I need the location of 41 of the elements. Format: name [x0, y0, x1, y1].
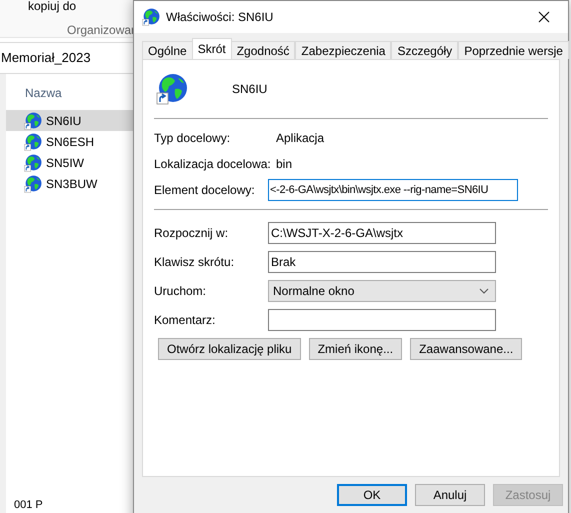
ribbon-group-label: Organizowar: [67, 22, 136, 39]
action-button[interactable]: Zmień ikonę...: [308, 338, 402, 360]
shortcut-globe-icon: [24, 154, 42, 172]
shortcut-name: SN6IU: [232, 81, 268, 98]
ribbon-button[interactable]: kopiuj do: [28, 0, 76, 13]
shortcut-globe-icon: [24, 132, 42, 150]
action-button[interactable]: Zaawansowane...: [410, 338, 522, 360]
action-button[interactable]: Otwórz lokalizację pliku: [158, 338, 301, 360]
tab[interactable]: Szczegóły: [391, 41, 458, 59]
property-value: bin: [276, 156, 292, 173]
field-label: Uruchom:: [154, 283, 208, 300]
close-icon[interactable]: [538, 11, 550, 23]
tab[interactable]: Zabezpieczenia: [295, 41, 392, 59]
tab[interactable]: Poprzednie wersje: [458, 41, 569, 59]
dialog-button[interactable]: OK: [337, 484, 407, 506]
field-label: Komentarz:: [154, 312, 216, 329]
chevron-down-icon: [479, 288, 489, 294]
file-item[interactable]: SN3BUW: [6, 173, 140, 194]
dialog-button[interactable]: Anuluj: [415, 484, 485, 506]
tab[interactable]: Skrót: [192, 38, 232, 59]
tab[interactable]: Zgodność: [230, 41, 296, 59]
tab[interactable]: Ogólne: [142, 41, 193, 59]
window-title: Właściwości: SN6IU: [166, 9, 274, 26]
property-label: Lokalizacja docelowa:: [154, 156, 272, 173]
shortcut-globe-icon: [24, 112, 42, 130]
shortcut-globe-icon: [142, 8, 160, 26]
property-label: Typ docelowy:: [154, 130, 232, 147]
file-item[interactable]: SN6ESH: [6, 131, 140, 152]
field-label: Rozpocznij w:: [154, 225, 230, 242]
input-field[interactable]: Brak: [268, 251, 496, 273]
field-label: Klawisz skrótu:: [154, 254, 236, 271]
target-field[interactable]: <-2-6-GA\wsjtx\bin\wsjtx.exe --rig-name=SN6IU: [268, 179, 518, 201]
file-item[interactable]: 001 P: [6, 499, 43, 511]
shortcut-globe-icon: [24, 174, 42, 192]
property-value: Aplikacja: [276, 130, 324, 147]
file-item[interactable]: SN5IW: [6, 152, 140, 173]
run-dropdown[interactable]: Normalne okno: [268, 280, 496, 302]
shortcut-globe-icon: [156, 73, 188, 105]
field-label: Element docelowy:: [154, 182, 256, 199]
input-field[interactable]: C:\WSJT-X-2-6-GA\wsjtx: [268, 222, 496, 244]
input-field[interactable]: [268, 309, 496, 331]
